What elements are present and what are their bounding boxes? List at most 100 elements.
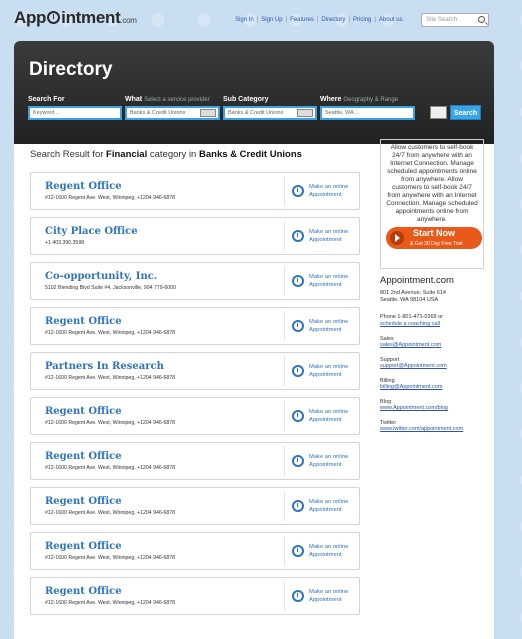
billing-email-link[interactable]: billing@Appointment.com — [380, 384, 484, 391]
result-divider — [284, 446, 285, 476]
clock-icon[interactable] — [292, 410, 304, 422]
book-label-1: Make an online — [309, 499, 349, 505]
nav-sign-in[interactable]: Sign In — [235, 17, 254, 23]
book-appointment-link[interactable]: Make an online Appointment — [309, 318, 361, 334]
clock-icon[interactable] — [292, 545, 304, 557]
result-name-link[interactable]: Regent Office — [45, 316, 122, 327]
book-appointment-link[interactable]: Make an online Appointment — [309, 498, 361, 514]
clock-icon[interactable] — [292, 455, 304, 467]
result-name-link[interactable]: Co-opportunity, Inc. — [45, 271, 157, 282]
book-label-1: Make an online — [309, 589, 349, 595]
nav-separator: | — [285, 17, 288, 23]
clock-icon[interactable] — [292, 320, 304, 332]
result-row: Regent Office #12-1600 Regent Ave. West, … — [30, 487, 360, 525]
results-heading: Search Result for Financial category in … — [30, 149, 302, 160]
book-appointment-link[interactable]: Make an online Appointment — [309, 588, 361, 604]
book-label-1: Make an online — [309, 319, 349, 325]
result-divider — [284, 176, 285, 206]
result-divider — [284, 491, 285, 521]
clock-icon[interactable] — [292, 590, 304, 602]
book-label-2: Appointment — [309, 372, 342, 378]
logo-suffix: .com — [120, 16, 137, 25]
twitter-link[interactable]: www.twitter.com/appointment.com — [380, 426, 484, 433]
result-row: City Place Office +1 403.390.3598 Make an … — [30, 217, 360, 255]
result-name-link[interactable]: Partners In Research — [45, 361, 164, 372]
book-appointment-link[interactable]: Make an online Appointment — [309, 183, 361, 199]
result-name-link[interactable]: Regent Office — [45, 406, 122, 417]
support-email-link[interactable]: support@Appointment.com — [380, 363, 484, 370]
clock-icon[interactable] — [292, 185, 304, 197]
phone-line: Phone 1-801-471-0369 or — [380, 314, 443, 320]
results-prefix: Search Result for — [30, 149, 104, 160]
book-appointment-link[interactable]: Make an online Appointment — [309, 273, 361, 289]
result-address: #12-1600 Regent Ave. West, Winnipeg, +12… — [45, 465, 176, 471]
where-input[interactable]: Seattle, WA ... — [320, 106, 415, 120]
nav-separator: | — [348, 17, 350, 23]
chevron-down-icon[interactable] — [200, 109, 216, 117]
result-address: 5102 Blending Blvd Suite #4, Jacksonvill… — [45, 285, 176, 291]
book-appointment-link[interactable]: Make an online Appointment — [309, 543, 361, 559]
result-address: +1 403.390.3598 — [45, 240, 85, 246]
directory-header: Directory Search For Keyword ... What Se… — [14, 41, 494, 144]
book-appointment-link[interactable]: Make an online Appointment — [309, 228, 361, 244]
book-label-2: Appointment — [309, 552, 342, 558]
where-value: Seattle, WA ... — [325, 110, 360, 116]
book-label-1: Make an online — [309, 364, 349, 370]
main-panel: Directory Search For Keyword ... What Se… — [14, 41, 494, 639]
what-value: Banks & Credit Unions — [130, 110, 186, 116]
blog-link[interactable]: www.Appointment.com/blog — [380, 405, 484, 412]
what-label-text: What — [125, 96, 143, 103]
clock-icon[interactable] — [292, 275, 304, 287]
nav-about-us[interactable]: About us — [379, 17, 403, 23]
book-label-2: Appointment — [309, 462, 342, 468]
result-name-link[interactable]: City Place Office — [45, 226, 138, 237]
clock-icon[interactable] — [292, 230, 304, 242]
result-name-link[interactable]: Regent Office — [45, 451, 122, 462]
result-name-link[interactable]: Regent Office — [45, 496, 122, 507]
nav-directory[interactable]: Directory — [321, 17, 345, 23]
promo-box: Allow customers to self-book 24/7 from a… — [380, 139, 484, 269]
clock-icon[interactable] — [292, 500, 304, 512]
keyword-input[interactable]: Keyword ... — [28, 106, 122, 120]
result-name-link[interactable]: Regent Office — [45, 541, 122, 552]
start-now-button[interactable]: Start Now & Get 30 Day Free Trial — [386, 227, 482, 249]
start-now-sublabel: & Get 30 Day Free Trial — [410, 241, 463, 247]
location-button[interactable] — [430, 106, 447, 119]
search-button[interactable]: Search — [450, 105, 481, 120]
top-bar: App intment.com Sign In | Sign Up | Features |… — [0, 0, 522, 38]
result-row: Partners In Research #12-1600 Regent Ave.… — [30, 352, 360, 390]
subcategory-label: Sub Category — [223, 96, 269, 103]
site-search-input[interactable]: Site Search — [421, 13, 489, 27]
search-icon[interactable] — [478, 16, 485, 23]
nav-sign-up[interactable]: Sign Up — [261, 17, 282, 23]
what-hint: Select a service provider — [144, 97, 210, 103]
address-line-1: 801 2nd Avenue, Suite 614 — [380, 290, 446, 296]
chevron-down-icon[interactable] — [297, 109, 313, 117]
top-nav: Sign In | Sign Up | Features | Directory | Prici… — [235, 17, 403, 23]
result-name-link[interactable]: Regent Office — [45, 181, 122, 192]
clock-icon[interactable] — [292, 365, 304, 377]
subcategory-value: Banks & Credit Unions — [228, 110, 284, 116]
logo-text-start: App — [14, 8, 47, 27]
book-appointment-link[interactable]: Make an online Appointment — [309, 408, 361, 424]
coaching-call-link[interactable]: schedule a coaching call — [380, 321, 484, 328]
results-subcategory: Banks & Credit Unions — [199, 149, 302, 160]
book-appointment-link[interactable]: Make an online Appointment — [309, 363, 361, 379]
sales-email-link[interactable]: sales@Appointment.com — [380, 342, 484, 349]
what-select[interactable]: Banks & Credit Unions — [125, 106, 220, 120]
nav-features[interactable]: Features — [290, 17, 314, 23]
results-category: Financial — [106, 149, 148, 160]
result-address: #12-1600 Regent Ave. West, Winnipeg, +12… — [45, 420, 176, 426]
result-divider — [284, 311, 285, 341]
play-arrow-icon — [390, 231, 404, 245]
result-name-link[interactable]: Regent Office — [45, 586, 122, 597]
address-line-2: Seattle, WA 98104 USA — [380, 297, 439, 303]
subcategory-select[interactable]: Banks & Credit Unions — [223, 106, 317, 120]
nav-pricing[interactable]: Pricing — [353, 17, 371, 23]
book-appointment-link[interactable]: Make an online Appointment — [309, 453, 361, 469]
result-divider — [284, 356, 285, 386]
result-divider — [284, 536, 285, 566]
search-for-label: Search For — [28, 96, 65, 103]
result-row: Regent Office #12-1600 Regent Ave. West, … — [30, 172, 360, 210]
logo[interactable]: App intment.com — [14, 8, 137, 28]
